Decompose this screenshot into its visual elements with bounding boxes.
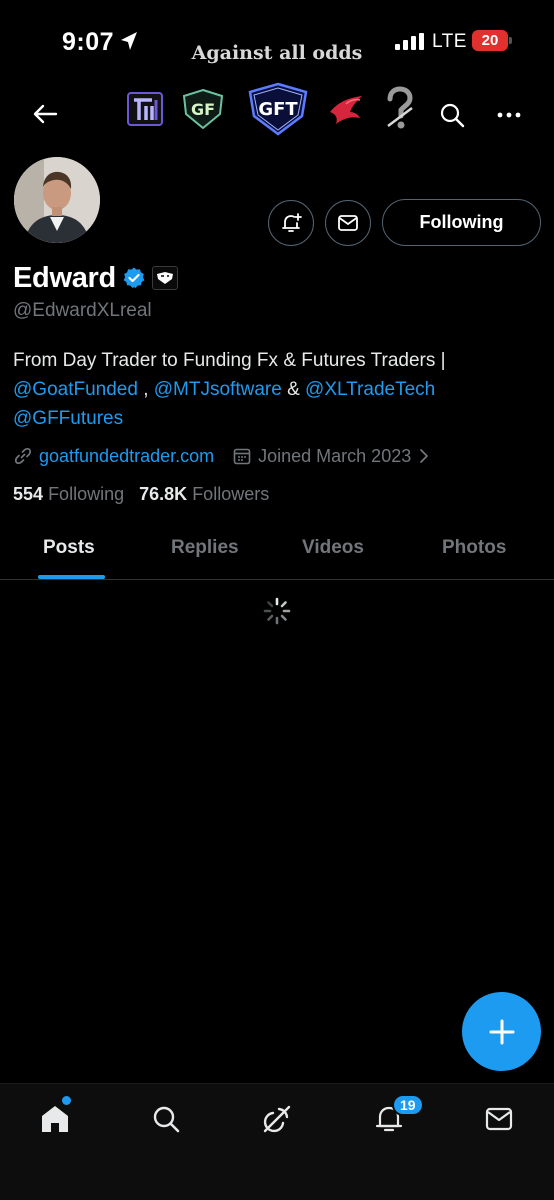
status-bar: 9:07 Against all odds LTE 20 — [0, 0, 554, 80]
follow-stats: 554 Following 76.8K Followers — [13, 484, 269, 505]
search-icon[interactable] — [438, 101, 466, 129]
calendar-icon — [233, 448, 251, 465]
display-name-row: Edward — [13, 258, 178, 298]
mention-link[interactable]: @GoatFunded — [13, 379, 138, 400]
compose-post-button[interactable] — [462, 992, 541, 1071]
joined-date: Joined March 2023 — [258, 445, 412, 466]
followers-count: 76.8K — [139, 484, 188, 504]
bell-plus-icon — [282, 213, 302, 232]
nav-search[interactable] — [149, 1102, 183, 1136]
back-arrow-icon[interactable] — [30, 100, 60, 128]
notify-bell-button[interactable] — [268, 200, 314, 246]
chevron-right-icon[interactable] — [417, 447, 431, 465]
home-unread-dot — [62, 1096, 71, 1105]
gft-logo-icon[interactable]: GFT — [246, 82, 310, 136]
tab-photos[interactable]: Photos — [442, 537, 506, 559]
message-button[interactable] — [325, 200, 371, 246]
svg-text:GF: GF — [191, 100, 215, 119]
plus-icon — [489, 1019, 514, 1044]
tab-replies[interactable]: Replies — [171, 537, 239, 559]
home-icon — [42, 1106, 68, 1132]
gft-mini-logo-icon — [156, 272, 173, 284]
mention-link[interactable]: @XLTradeTech — [305, 379, 435, 400]
active-tab-indicator — [38, 575, 105, 579]
mention-link[interactable]: @GFFutures — [13, 408, 123, 429]
bottom-navigation: 19 — [0, 1083, 554, 1200]
following-label: Following — [48, 484, 125, 504]
envelope-icon — [338, 215, 358, 231]
loading-spinner-icon — [263, 597, 291, 625]
followers-label: Followers — [192, 484, 270, 504]
tab-posts[interactable]: Posts — [43, 537, 95, 559]
banner-title: Against all odds — [191, 42, 363, 64]
avatar[interactable] — [12, 155, 102, 245]
affiliate-badge-icon[interactable] — [151, 266, 178, 290]
nav-home[interactable] — [38, 1102, 72, 1136]
mention-link[interactable]: @MTJsoftware — [154, 379, 282, 400]
gf-logo-icon[interactable]: GF — [180, 88, 226, 130]
messages-icon — [485, 1107, 513, 1131]
more-options-icon[interactable] — [494, 103, 524, 127]
nav-messages[interactable] — [482, 1102, 516, 1136]
bio-separator: & — [281, 379, 306, 400]
followers-stat[interactable]: 76.8K Followers — [139, 484, 269, 504]
tab-videos[interactable]: Videos — [302, 537, 364, 559]
notification-count-badge: 19 — [392, 1094, 424, 1116]
battery-nub — [509, 37, 512, 44]
nav-grok[interactable] — [260, 1102, 294, 1136]
signal-icon — [395, 33, 424, 50]
following-button[interactable]: Following — [382, 199, 541, 246]
ti-logo-icon[interactable] — [126, 90, 164, 128]
bio-separator: , — [137, 379, 154, 400]
search-icon — [153, 1106, 180, 1133]
profile-tabs: Posts Replies Videos Photos — [0, 527, 554, 580]
bio: From Day Trader to Funding Fx & Futures … — [13, 346, 543, 433]
verified-badge-icon[interactable] — [122, 266, 146, 290]
bio-text: From Day Trader to Funding Fx & Futures … — [13, 350, 446, 371]
avatar-photo — [14, 157, 100, 243]
battery-level: 20 — [481, 32, 499, 49]
network-type: LTE — [432, 31, 467, 52]
grok-icon — [263, 1105, 291, 1133]
following-count: 554 — [13, 484, 44, 504]
following-stat[interactable]: 554 Following — [13, 484, 124, 504]
battery-indicator: 20 — [472, 30, 508, 51]
affiliate-logos: GF GFT — [120, 82, 420, 138]
question-logo-icon[interactable] — [382, 86, 416, 132]
bird-logo-icon[interactable] — [326, 90, 366, 128]
display-name: Edward — [13, 261, 116, 294]
svg-text:GFT: GFT — [258, 99, 298, 120]
username-handle: @EdwardXLreal — [13, 300, 152, 321]
link-icon — [14, 447, 32, 465]
website-link[interactable]: goatfundedtrader.com — [39, 446, 214, 467]
profile-meta: goatfundedtrader.com Joined March 2023 — [13, 444, 431, 468]
